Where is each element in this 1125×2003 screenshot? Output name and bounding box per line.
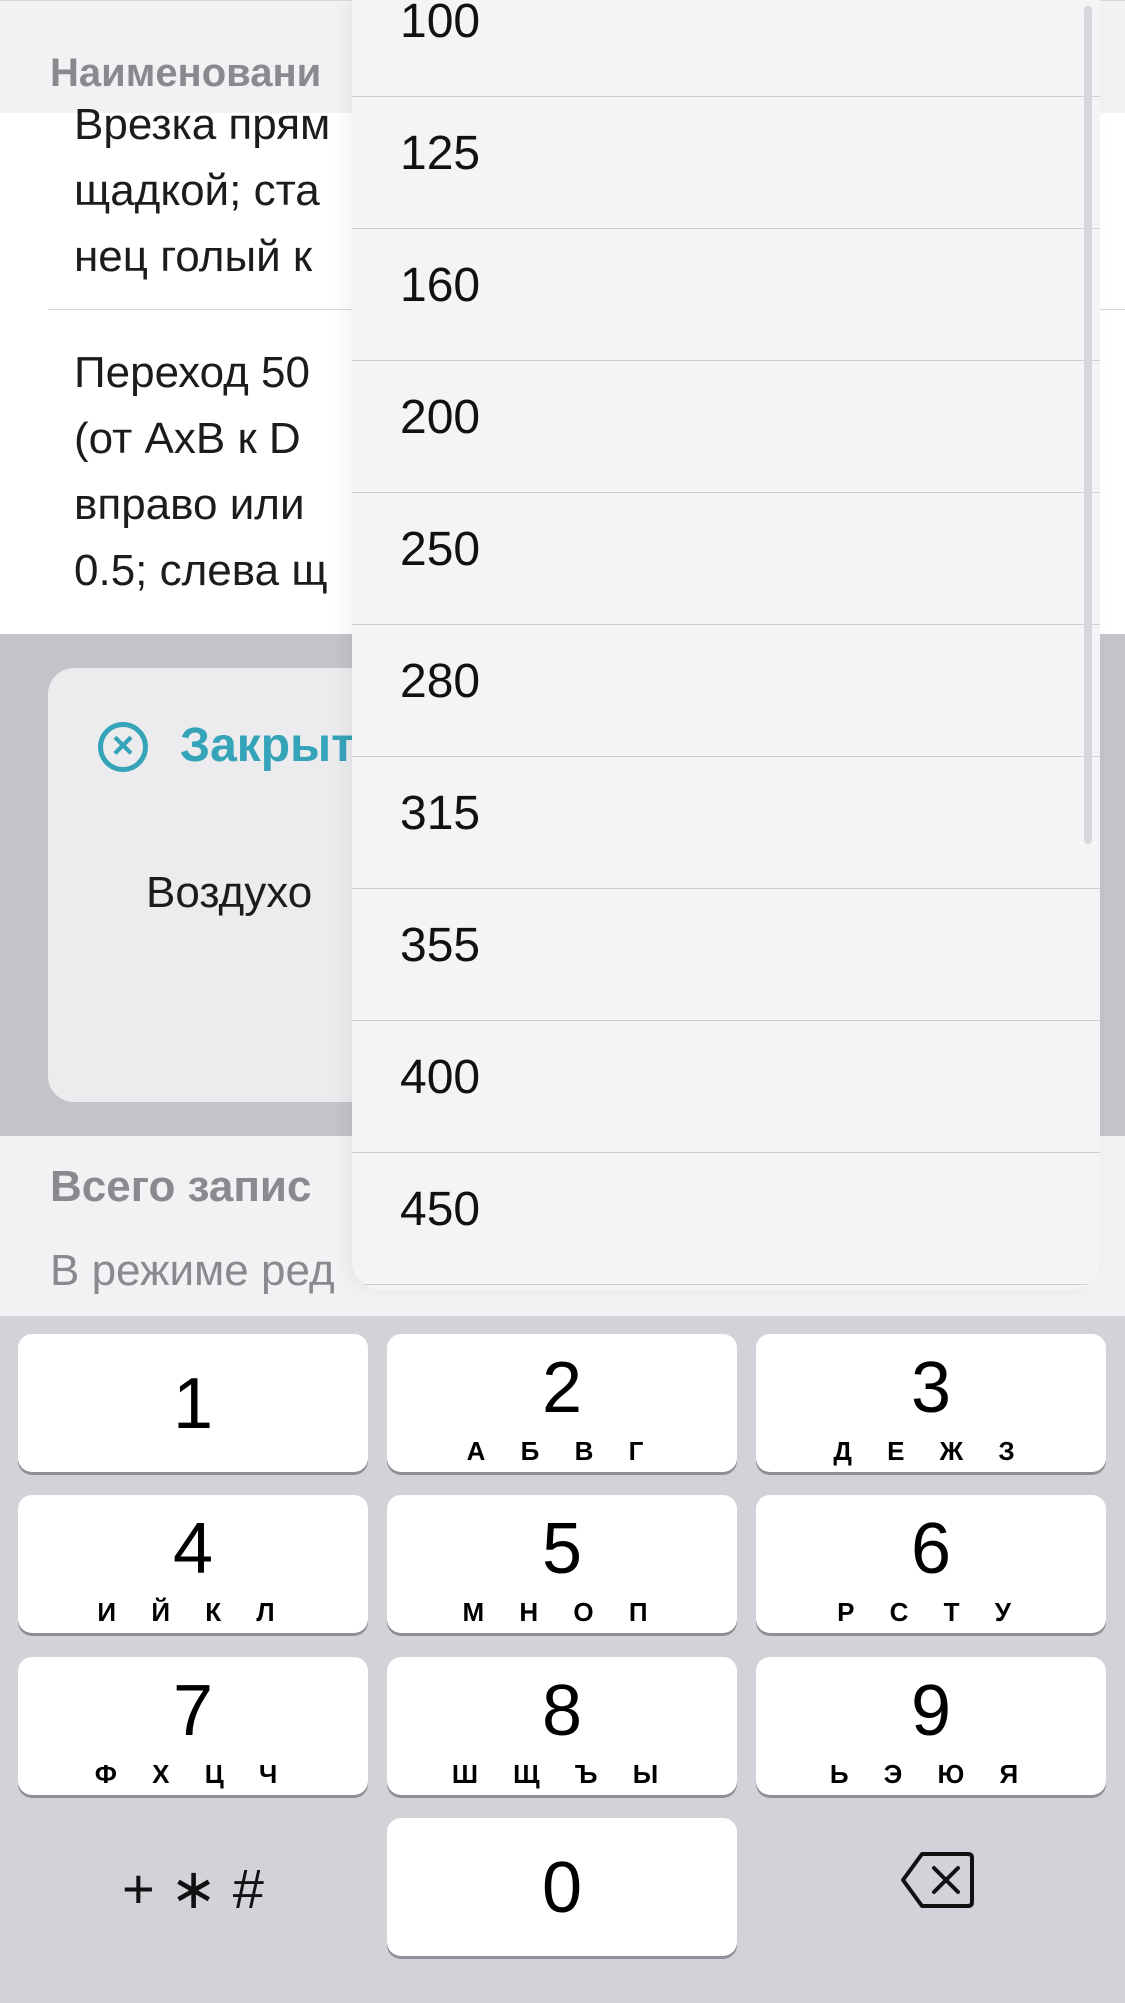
dropdown-option[interactable]: 160 xyxy=(352,228,1100,361)
key-1[interactable]: 1 xyxy=(18,1334,368,1472)
key-7[interactable]: 7 Ф Х Ц Ч xyxy=(18,1657,368,1795)
key-9[interactable]: 9 Ь Э Ю Я xyxy=(756,1657,1106,1795)
list-item-line: вправо или xyxy=(74,480,305,529)
option-label: 400 xyxy=(400,1051,481,1104)
option-label: 250 xyxy=(400,523,481,576)
card-subtitle: Воздухо xyxy=(146,868,313,917)
key-letters: Ф Х Ц Ч xyxy=(94,1759,292,1789)
key-letters: М Н О П xyxy=(462,1597,662,1627)
key-letters: Ш Щ Ъ Ы xyxy=(451,1759,673,1789)
key-number: 9 xyxy=(910,1671,952,1751)
key-8[interactable]: 8 Ш Щ Ъ Ы xyxy=(387,1657,737,1795)
list-item-line: 0.5; слева щ xyxy=(74,546,328,595)
key-letters: Р С Т У xyxy=(837,1597,1025,1627)
option-label: 355 xyxy=(400,919,481,972)
option-label: 280 xyxy=(400,655,481,708)
list-item-line: щадкой; ста xyxy=(74,166,320,215)
dropdown-option[interactable]: 250 xyxy=(352,492,1100,625)
dropdown-option[interactable]: 355 xyxy=(352,888,1100,1021)
option-label: 200 xyxy=(400,391,481,444)
key-6[interactable]: 6 Р С Т У xyxy=(756,1495,1106,1633)
footer-subtitle: В режиме ред xyxy=(50,1246,335,1295)
key-4[interactable]: 4 И Й К Л xyxy=(18,1495,368,1633)
key-number: 8 xyxy=(541,1671,583,1751)
option-label: 160 xyxy=(400,259,481,312)
key-letters: А Б В Г xyxy=(466,1436,658,1466)
list-item-line: Врезка прям xyxy=(74,100,331,149)
key-letters: Ь Э Ю Я xyxy=(829,1759,1033,1789)
dropdown-option[interactable]: 400 xyxy=(352,1020,1100,1153)
dropdown-option[interactable]: 315 xyxy=(352,756,1100,889)
footer-title: Всего запис xyxy=(50,1162,312,1211)
key-0[interactable]: 0 xyxy=(387,1818,737,1956)
key-letters: Д Е Ж З xyxy=(833,1436,1029,1466)
symbols-key[interactable]: + ∗ # xyxy=(18,1820,368,1958)
key-number: 4 xyxy=(172,1509,214,1589)
list-item-line: Переход 50 xyxy=(74,348,310,397)
dropdown-scrollbar[interactable] xyxy=(1084,6,1092,844)
key-number: 0 xyxy=(541,1848,583,1928)
key-3[interactable]: 3 Д Е Ж З xyxy=(756,1334,1106,1472)
key-number: 2 xyxy=(541,1348,583,1428)
dropdown-option[interactable]: 280 xyxy=(352,624,1100,757)
option-label: 100 xyxy=(400,0,481,48)
option-label: 125 xyxy=(400,127,481,180)
dropdown-option[interactable]: 200 xyxy=(352,360,1100,493)
key-number: 7 xyxy=(172,1671,214,1751)
dropdown-option[interactable]: 450 xyxy=(352,1152,1100,1285)
close-button[interactable]: Закрыт xyxy=(180,718,355,773)
backspace-icon[interactable] xyxy=(900,1850,974,1910)
section-header-label: Наименовани xyxy=(50,51,322,95)
key-number: 3 xyxy=(910,1348,952,1428)
key-number: 1 xyxy=(172,1364,214,1444)
option-label: 450 xyxy=(400,1183,481,1236)
list-item-line: (от AxB к D xyxy=(74,414,301,463)
key-letters: И Й К Л xyxy=(97,1597,289,1627)
size-dropdown[interactable]: 100 125 160 200 250 280 315 355 400 450 xyxy=(352,0,1100,1290)
list-item-line: нец голый к xyxy=(74,232,313,281)
option-label: 315 xyxy=(400,787,481,840)
dropdown-option[interactable]: 125 xyxy=(352,96,1100,229)
key-number: 5 xyxy=(541,1509,583,1589)
key-number: 6 xyxy=(910,1509,952,1589)
close-icon[interactable]: × xyxy=(98,722,148,772)
key-5[interactable]: 5 М Н О П xyxy=(387,1495,737,1633)
dropdown-option[interactable]: 100 xyxy=(352,0,1100,97)
key-2[interactable]: 2 А Б В Г xyxy=(387,1334,737,1472)
